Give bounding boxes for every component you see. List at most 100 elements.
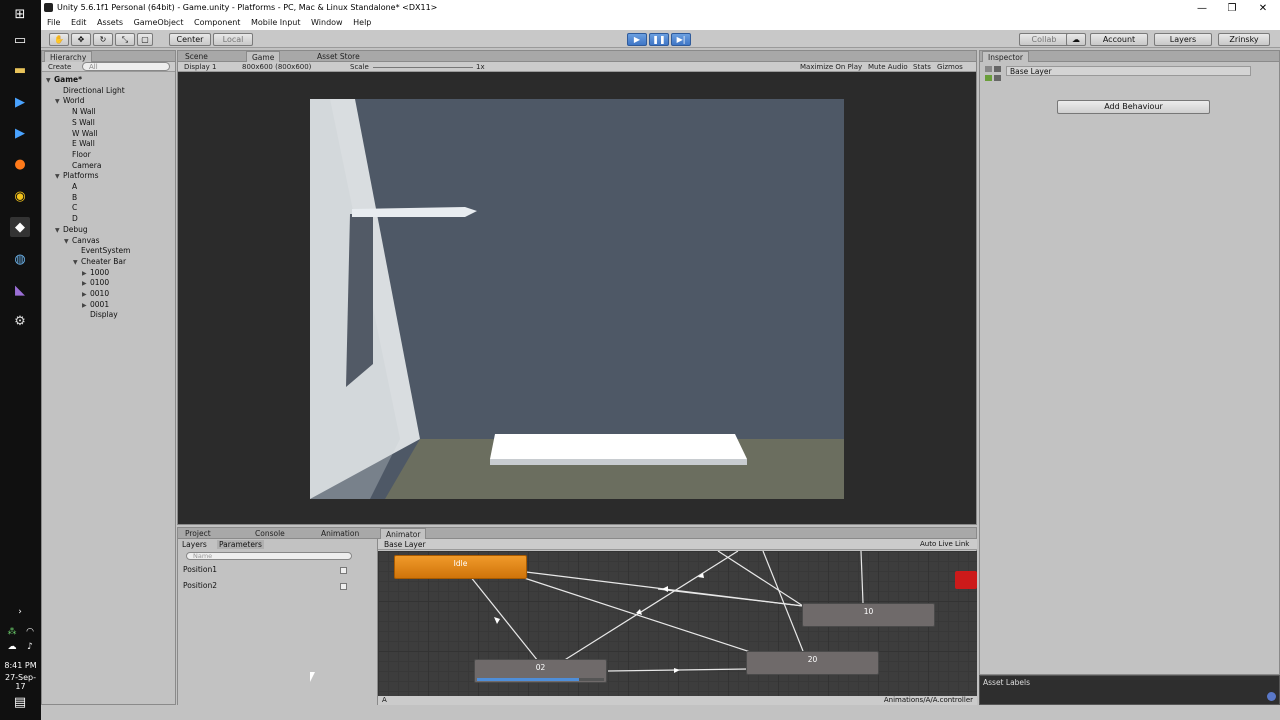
menu-mobile-input[interactable]: Mobile Input bbox=[251, 16, 301, 30]
hierarchy-item[interactable]: Display bbox=[82, 310, 118, 319]
menu-assets[interactable]: Assets bbox=[97, 16, 123, 30]
tab-console[interactable]: Console bbox=[250, 528, 290, 539]
expand-arrow-icon[interactable]: ▶ bbox=[82, 280, 90, 287]
game-render-view[interactable] bbox=[310, 99, 844, 499]
pivot-local-button[interactable]: Local bbox=[213, 33, 253, 46]
state-idle[interactable]: Idle bbox=[394, 555, 527, 579]
menu-file[interactable]: File bbox=[47, 16, 60, 30]
tab-animator[interactable]: Animator bbox=[380, 528, 427, 539]
firefox-icon[interactable]: ● bbox=[10, 154, 30, 174]
taskbar-time[interactable]: 8:41 PM bbox=[0, 661, 41, 670]
tab-asset-store[interactable]: Asset Store bbox=[312, 51, 365, 62]
add-behaviour-button[interactable]: Add Behaviour bbox=[1057, 100, 1210, 114]
collab-button[interactable]: Collab bbox=[1019, 33, 1069, 46]
taskbar-date[interactable]: 27-Sep-17 bbox=[0, 673, 41, 691]
pause-button-icon[interactable]: ❚❚ bbox=[649, 33, 669, 46]
hierarchy-item[interactable]: ▼ Debug bbox=[55, 225, 88, 234]
minimize-button[interactable]: — bbox=[1187, 0, 1217, 16]
mute-audio-toggle[interactable]: Mute Audio bbox=[868, 63, 908, 71]
menu-help[interactable]: Help bbox=[353, 16, 371, 30]
hierarchy-item[interactable]: ▶ 0010 bbox=[82, 289, 109, 298]
chevron-right-icon[interactable]: › bbox=[10, 602, 30, 622]
hierarchy-item[interactable]: ▼ Canvas bbox=[64, 236, 100, 245]
hierarchy-item[interactable]: ▼ World bbox=[55, 96, 85, 105]
rect-tool-icon[interactable]: ▢ bbox=[137, 33, 153, 46]
transition-line[interactable] bbox=[517, 575, 779, 662]
hierarchy-item[interactable]: Directional Light bbox=[55, 86, 125, 95]
hierarchy-search-input[interactable]: All bbox=[82, 62, 170, 71]
tab-inspector[interactable]: Inspector bbox=[982, 51, 1029, 62]
layers-dropdown[interactable]: Layers bbox=[1154, 33, 1212, 46]
parameter-checkbox[interactable] bbox=[340, 567, 347, 574]
task-view-icon[interactable]: ▭ bbox=[10, 30, 30, 50]
tab-scene[interactable]: Scene bbox=[180, 51, 213, 62]
state-20[interactable]: 20 bbox=[746, 651, 879, 675]
hierarchy-item[interactable]: W Wall bbox=[64, 129, 98, 138]
settings-gear-icon[interactable]: ⚙ bbox=[10, 311, 30, 331]
menu-window[interactable]: Window bbox=[311, 16, 343, 30]
move-tool-icon[interactable]: ✥ bbox=[71, 33, 91, 46]
hierarchy-item[interactable]: Floor bbox=[64, 150, 91, 159]
hierarchy-item[interactable]: ▼ Game* bbox=[46, 75, 82, 84]
expand-arrow-icon[interactable]: ▶ bbox=[82, 302, 90, 309]
animator-graph[interactable]: Idle 10 20 02 bbox=[378, 551, 977, 696]
state-10[interactable]: 10 bbox=[802, 603, 935, 627]
display-dropdown[interactable]: Display 1 bbox=[184, 63, 216, 71]
scale-tool-icon[interactable]: ⤡ bbox=[115, 33, 135, 46]
hierarchy-item[interactable]: D bbox=[64, 214, 78, 223]
hierarchy-item[interactable]: ▼ Cheater Bar bbox=[73, 257, 126, 266]
stats-toggle[interactable]: Stats bbox=[913, 63, 931, 71]
pivot-center-button[interactable]: Center bbox=[169, 33, 211, 46]
expand-arrow-icon[interactable]: ▶ bbox=[82, 291, 90, 298]
cloud-services-icon[interactable]: ☁ bbox=[1066, 33, 1086, 46]
state-02[interactable]: 02 bbox=[474, 659, 607, 683]
play-button-icon[interactable]: ▶ bbox=[627, 33, 647, 46]
layer-name-field[interactable]: Base Layer bbox=[1006, 66, 1251, 76]
step-button-icon[interactable]: ▶| bbox=[671, 33, 691, 46]
breadcrumb-base-layer[interactable]: Base Layer bbox=[384, 540, 426, 549]
windows-start-icon[interactable]: ⊞ bbox=[10, 4, 30, 24]
volume-icon[interactable]: ♪ bbox=[22, 637, 38, 657]
expand-arrow-icon[interactable]: ▼ bbox=[55, 173, 63, 180]
resolution-dropdown[interactable]: 800x600 (800x600) bbox=[242, 63, 311, 71]
transition-line[interactable] bbox=[562, 551, 739, 662]
asset-label-tag-icon[interactable] bbox=[1267, 692, 1276, 701]
hierarchy-item[interactable]: ▼ Platforms bbox=[55, 171, 99, 180]
parameter-search-input[interactable]: Name bbox=[186, 552, 352, 560]
scale-slider[interactable] bbox=[373, 67, 473, 68]
create-dropdown[interactable]: Create bbox=[48, 63, 71, 71]
expand-arrow-icon[interactable]: ▼ bbox=[46, 77, 54, 84]
parameter-row[interactable]: Position2 bbox=[180, 579, 376, 593]
tab-animation[interactable]: Animation bbox=[316, 528, 364, 539]
close-button[interactable]: ✕ bbox=[1248, 0, 1278, 16]
hierarchy-item[interactable]: N Wall bbox=[64, 107, 96, 116]
hierarchy-item[interactable]: S Wall bbox=[64, 118, 95, 127]
gizmos-dropdown[interactable]: Gizmos bbox=[937, 63, 963, 71]
rotate-tool-icon[interactable]: ↻ bbox=[93, 33, 113, 46]
transition-line[interactable] bbox=[860, 551, 864, 604]
hierarchy-item[interactable]: C bbox=[64, 203, 77, 212]
auto-live-link-toggle[interactable]: Auto Live Link bbox=[920, 540, 969, 548]
hierarchy-item[interactable]: ▶ 1000 bbox=[82, 268, 109, 277]
tab-game[interactable]: Game bbox=[246, 51, 281, 62]
chrome-icon[interactable]: ◉ bbox=[10, 186, 30, 206]
terminal-icon[interactable]: ▶ bbox=[10, 123, 30, 143]
tab-layers[interactable]: Layers bbox=[182, 540, 207, 549]
menu-component[interactable]: Component bbox=[194, 16, 240, 30]
tab-project[interactable]: Project bbox=[180, 528, 216, 539]
hierarchy-item[interactable]: ▶ 0100 bbox=[82, 278, 109, 287]
menu-gameobject[interactable]: GameObject bbox=[134, 16, 184, 30]
steam-icon[interactable]: ◍ bbox=[10, 249, 30, 269]
powershell-icon[interactable]: ▶ bbox=[10, 92, 30, 112]
hierarchy-item[interactable]: ▶ 0001 bbox=[82, 300, 109, 309]
parameter-checkbox[interactable] bbox=[340, 583, 347, 590]
hierarchy-item[interactable]: A bbox=[64, 182, 77, 191]
transition-line[interactable] bbox=[465, 570, 539, 662]
transition-line[interactable] bbox=[762, 551, 804, 652]
expand-arrow-icon[interactable]: ▶ bbox=[82, 270, 90, 277]
file-explorer-icon[interactable]: ▬ bbox=[10, 60, 30, 80]
hierarchy-item[interactable]: E Wall bbox=[64, 139, 95, 148]
tab-hierarchy[interactable]: Hierarchy bbox=[44, 51, 93, 62]
notifications-icon[interactable]: ▤ bbox=[10, 692, 30, 712]
hierarchy-item[interactable]: Camera bbox=[64, 161, 101, 170]
